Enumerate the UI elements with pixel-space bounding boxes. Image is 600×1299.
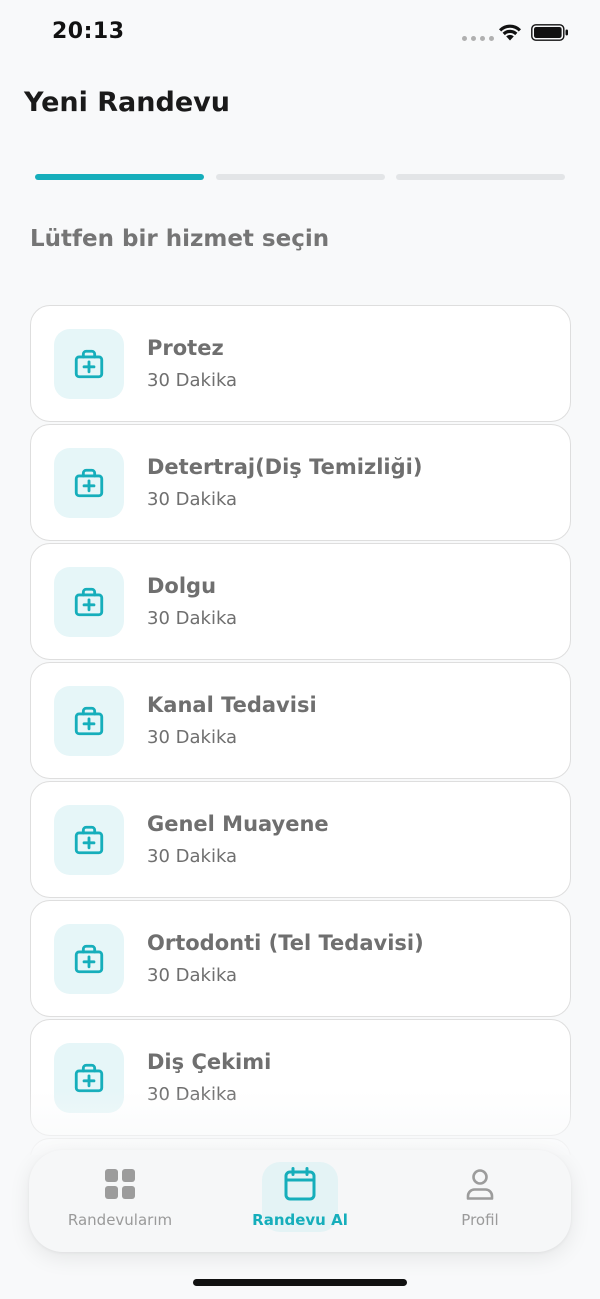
page-title: Yeni Randevu xyxy=(24,87,230,118)
step-1-indicator xyxy=(35,174,204,180)
home-indicator xyxy=(193,1279,407,1286)
nav-tab-randevularim[interactable]: Randevularım xyxy=(40,1150,200,1252)
nav-label: Randevu Al xyxy=(252,1211,348,1229)
service-duration: 30 Dakika xyxy=(147,489,238,510)
nav-label: Randevularım xyxy=(67,1211,173,1229)
nav-tab-profil[interactable]: Profil xyxy=(400,1150,560,1252)
service-name: Kanal Tedavisi xyxy=(147,693,317,717)
service-card-ortodonti[interactable]: Ortodonti (Tel Tedavisi) 30 Dakika xyxy=(30,900,571,1017)
signal-icon xyxy=(462,36,494,41)
service-duration: 30 Dakika xyxy=(147,608,238,629)
grid-icon xyxy=(105,1169,135,1199)
service-name: Ortodonti (Tel Tedavisi) xyxy=(147,931,424,955)
service-card-detertraj[interactable]: Detertraj(Diş Temizliği) 30 Dakika xyxy=(30,424,571,541)
status-time: 20:13 xyxy=(52,19,125,44)
service-name: Diş Çekimi xyxy=(147,1050,272,1074)
medical-kit-icon xyxy=(54,805,124,875)
progress-steps xyxy=(35,174,565,180)
medical-kit-icon xyxy=(54,329,124,399)
person-icon xyxy=(466,1169,494,1200)
calendar-icon xyxy=(284,1167,316,1201)
service-card-dolgu[interactable]: Dolgu 30 Dakika xyxy=(30,543,571,660)
service-list[interactable]: Protez 30 Dakika Detertraj(Diş Temizliği… xyxy=(30,305,571,1155)
medical-kit-icon xyxy=(54,448,124,518)
app-screen: 20:13 Yeni Randevu Lütfen bir hizmet seç… xyxy=(0,0,600,1299)
service-name: Dolgu xyxy=(147,574,217,598)
service-card-genel-muayene[interactable]: Genel Muayene 30 Dakika xyxy=(30,781,571,898)
service-duration: 30 Dakika xyxy=(147,965,238,986)
service-card-protez[interactable]: Protez 30 Dakika xyxy=(30,305,571,422)
service-name: Genel Muayene xyxy=(147,812,329,836)
battery-icon xyxy=(531,24,568,41)
step-2-indicator xyxy=(216,174,385,180)
medical-kit-icon xyxy=(54,686,124,756)
nav-label: Profil xyxy=(461,1211,499,1229)
bottom-nav: Randevularım Randevu Al Profil xyxy=(29,1150,571,1252)
service-card-kanal-tedavisi[interactable]: Kanal Tedavisi 30 Dakika xyxy=(30,662,571,779)
status-bar: 20:13 xyxy=(0,0,600,66)
service-duration: 30 Dakika xyxy=(147,846,238,867)
medical-kit-icon xyxy=(54,567,124,637)
service-name: Detertraj(Diş Temizliği) xyxy=(147,455,423,479)
wifi-icon xyxy=(499,24,521,41)
nav-tab-randevu-al[interactable]: Randevu Al xyxy=(220,1150,380,1252)
medical-kit-icon xyxy=(54,924,124,994)
service-name: Protez xyxy=(147,336,224,360)
service-duration: 30 Dakika xyxy=(147,727,238,748)
service-duration: 30 Dakika xyxy=(147,370,238,391)
step-3-indicator xyxy=(396,174,565,180)
section-subtitle: Lütfen bir hizmet seçin xyxy=(30,226,330,252)
